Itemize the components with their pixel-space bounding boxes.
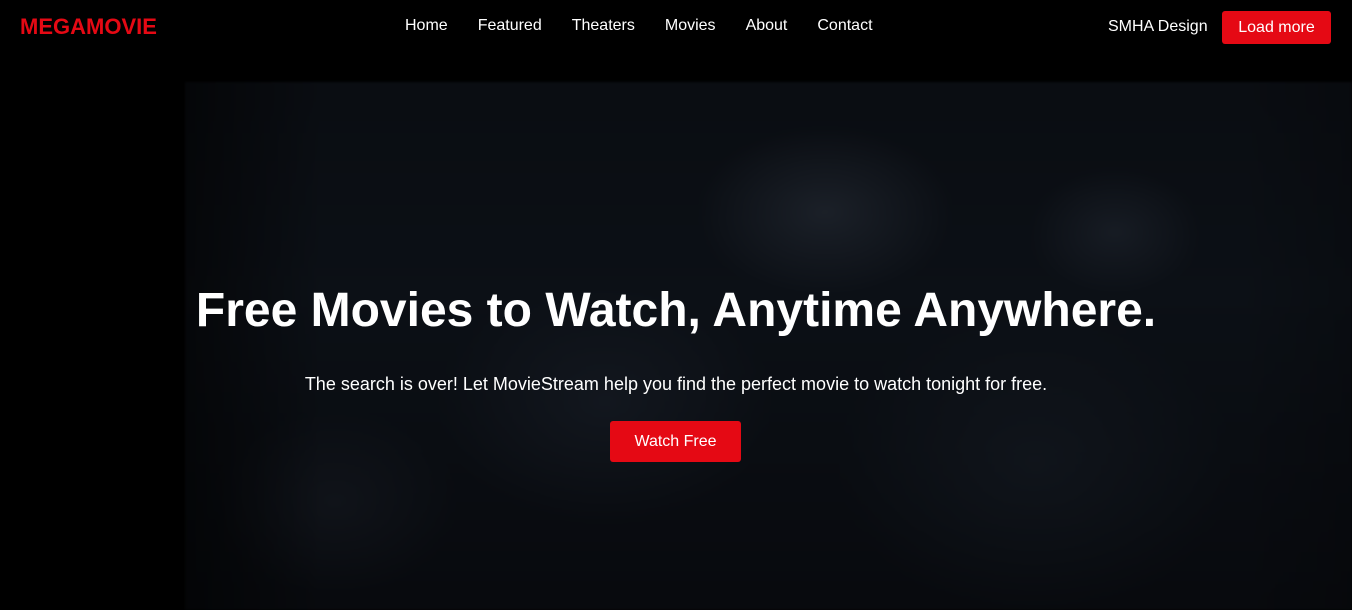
- hero-section: Free Movies to Watch, Anytime Anywhere. …: [0, 0, 1352, 610]
- page: MEGAMOVIE Home Featured Theaters Movies …: [0, 0, 1352, 610]
- hero-subtitle: The search is over! Let MovieStream help…: [304, 374, 1048, 394]
- hero-title: Free Movies to Watch, Anytime Anywhere.: [195, 284, 1157, 337]
- watch-free-button[interactable]: Watch Free: [610, 421, 741, 462]
